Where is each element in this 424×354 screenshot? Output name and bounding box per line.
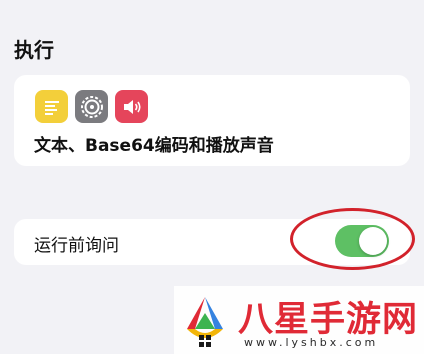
actions-label: 文本、Base64编码和播放声音 (34, 136, 274, 156)
settings-gear-icon (75, 90, 108, 123)
highlight-annotation (290, 208, 415, 270)
watermark-url: www.lyshbx.com (244, 336, 379, 349)
text-icon (35, 90, 68, 123)
watermark-title: 八星手游网 (238, 300, 419, 340)
watermark: 八星手游网 www.lyshbx.com (174, 286, 424, 354)
watermark-logo-icon (187, 297, 223, 347)
ask-before-running-label: 运行前询问 (34, 236, 119, 256)
action-icons (35, 90, 148, 123)
actions-card[interactable]: 文本、Base64编码和播放声音 (14, 75, 410, 166)
speaker-sound-icon (115, 90, 148, 123)
section-title: 执行 (14, 38, 54, 62)
